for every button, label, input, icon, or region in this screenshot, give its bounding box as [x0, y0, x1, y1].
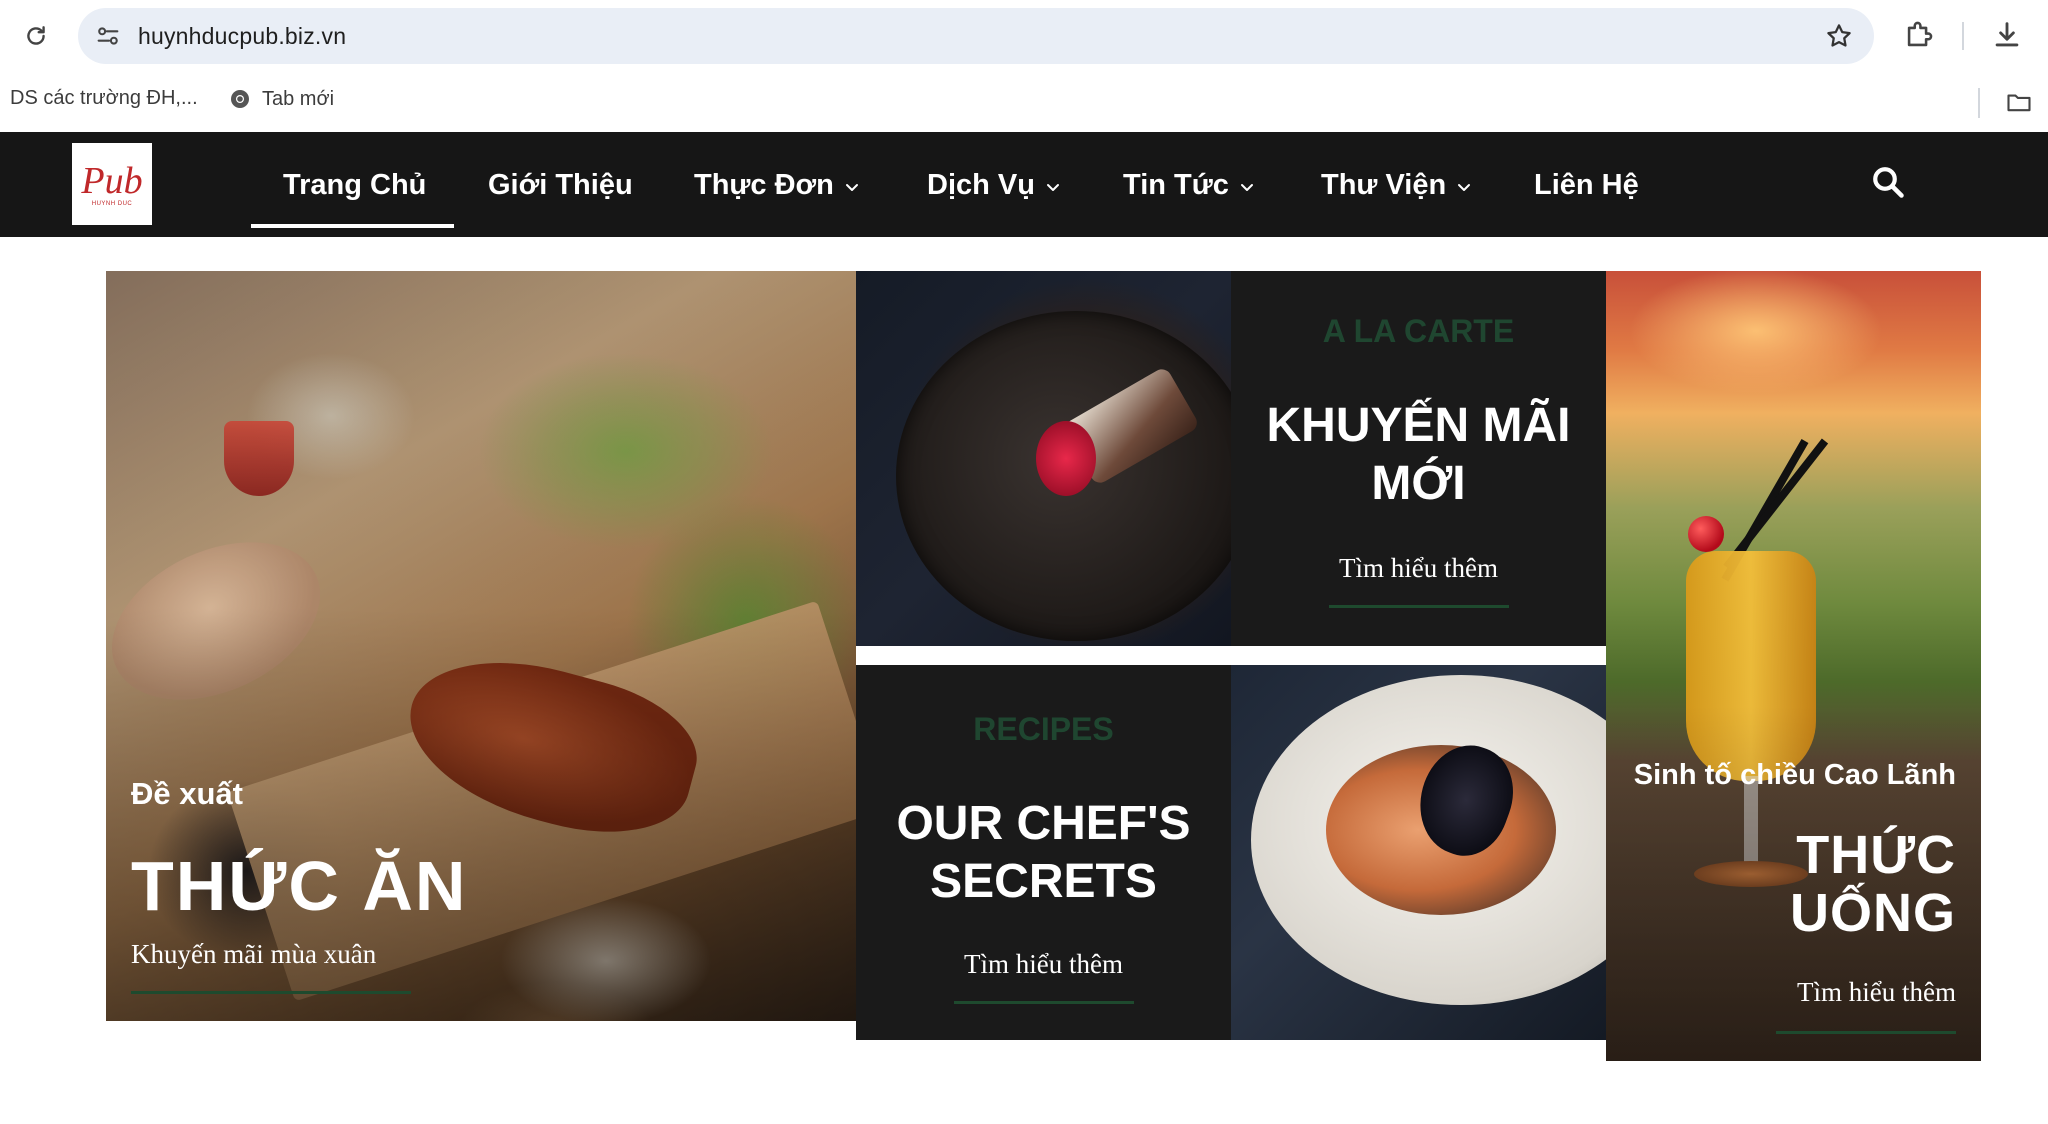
chevron-down-icon: [1046, 183, 1059, 191]
promo-food[interactable]: Đề xuất THỨC ĂN Khuyến mãi mùa xuân: [106, 271, 856, 1021]
promo-drink-title-line2: UỐNG: [1790, 883, 1956, 944]
bookmark-star-icon[interactable]: [1824, 21, 1854, 51]
toolbar-divider: [1962, 22, 1964, 50]
site-header: Pub HUYNH DUC Trang Chủ Giới Thiệu Thực …: [0, 132, 2048, 237]
browser-toolbar: huynhducpub.biz.vn: [0, 0, 2048, 74]
search-icon[interactable]: [1870, 164, 1906, 200]
bookmarks-bar: DS các trường ĐH,... Tab mới: [0, 74, 2048, 132]
nav-item-gallery[interactable]: Thư Viện: [1321, 169, 1472, 202]
promo-food-title: THỨC ĂN: [131, 847, 468, 925]
link-underline: [131, 991, 411, 994]
promo-drink[interactable]: Sinh tố chiều Cao Lãnh THỨC UỐNG Tìm hiể…: [1606, 271, 1981, 1061]
promo-chef-title-line1: OUR CHEF'S: [896, 797, 1191, 850]
link-underline: [1329, 605, 1509, 608]
link-underline: [1776, 1031, 1956, 1034]
nav-item-home[interactable]: Trang Chủ: [283, 169, 426, 202]
seafood-photo: [1231, 665, 1606, 1040]
address-bar[interactable]: huynhducpub.biz.vn: [78, 8, 1874, 64]
promo-food-kicker: Đề xuất: [131, 776, 243, 811]
promo-chef-title-line2: SECRETS: [930, 855, 1157, 908]
bookmarks-divider: [1978, 88, 1980, 118]
promo-chef-link[interactable]: Tìm hiểu thêm: [856, 949, 1231, 980]
promo-carte-title-line1: KHUYẾN MÃI: [1266, 399, 1571, 452]
bookmark-label: Tab mới: [262, 87, 335, 110]
promo-drink-link[interactable]: Tìm hiểu thêm: [1797, 977, 1956, 1008]
reload-icon[interactable]: [18, 18, 54, 54]
promo-chef[interactable]: RECIPES OUR CHEF'S SECRETS Tìm hiểu thêm: [856, 665, 1231, 1040]
promo-carte-title-line2: MỚI: [1371, 457, 1466, 510]
site-logo[interactable]: Pub HUYNH DUC: [72, 143, 152, 225]
nav-label: Giới Thiệu: [488, 169, 633, 201]
site-info-icon[interactable]: [94, 22, 122, 50]
nav-item-about[interactable]: Giới Thiệu: [488, 169, 633, 202]
nav-label: Thư Viện: [1321, 169, 1447, 201]
logo-text: Pub: [81, 159, 143, 202]
link-underline: [954, 1001, 1134, 1004]
promo-carte-kicker: A LA CARTE: [1322, 313, 1515, 349]
chevron-down-icon: [1458, 183, 1471, 191]
nav-active-indicator: [251, 224, 454, 228]
grid-gap: [856, 646, 1606, 665]
bookmark-label: DS các trường ĐH,...: [10, 87, 198, 109]
nav-item-news[interactable]: Tin Tức: [1123, 169, 1255, 202]
nav-item-menu[interactable]: Thực Đơn: [694, 169, 860, 202]
nav-label: Thực Đơn: [694, 169, 834, 201]
promo-drink-title: THỨC UỐNG: [1790, 826, 1956, 943]
nav-label: Tin Tức: [1123, 169, 1229, 201]
nav-label: Dịch Vụ: [927, 169, 1035, 201]
chevron-down-icon: [1240, 183, 1253, 191]
folder-icon[interactable]: [2004, 88, 2036, 118]
promo-drink-kicker: Sinh tố chiều Cao Lãnh: [1633, 759, 1956, 791]
promo-drink-title-line1: THỨC: [1796, 825, 1956, 885]
bookmark-item[interactable]: DS các trường ĐH,...: [10, 87, 198, 110]
bookmark-item[interactable]: Tab mới: [228, 87, 334, 111]
dessert-photo: [856, 271, 1231, 646]
logo-subtext: HUYNH DUC: [91, 200, 133, 207]
photo-berry-sauce: [1036, 421, 1096, 496]
nav-item-services[interactable]: Dịch Vụ: [927, 169, 1061, 202]
promo-carte[interactable]: A LA CARTE KHUYẾN MÃI MỚI Tìm hiểu thêm: [1231, 271, 1606, 646]
promo-chef-kicker: RECIPES: [973, 711, 1114, 747]
chevron-down-icon: [845, 183, 858, 191]
url-text[interactable]: huynhducpub.biz.vn: [138, 23, 346, 50]
promo-carte-link[interactable]: Tìm hiểu thêm: [1231, 553, 1606, 584]
chrome-icon: [228, 87, 252, 111]
download-icon[interactable]: [1990, 18, 2026, 54]
nav-label: Liên Hệ: [1534, 169, 1639, 201]
nav-label: Trang Chủ: [283, 169, 427, 201]
promo-food-link[interactable]: Khuyến mãi mùa xuân: [131, 939, 376, 970]
nav-item-contact[interactable]: Liên Hệ: [1534, 169, 1639, 202]
extensions-icon[interactable]: [1902, 18, 1938, 54]
